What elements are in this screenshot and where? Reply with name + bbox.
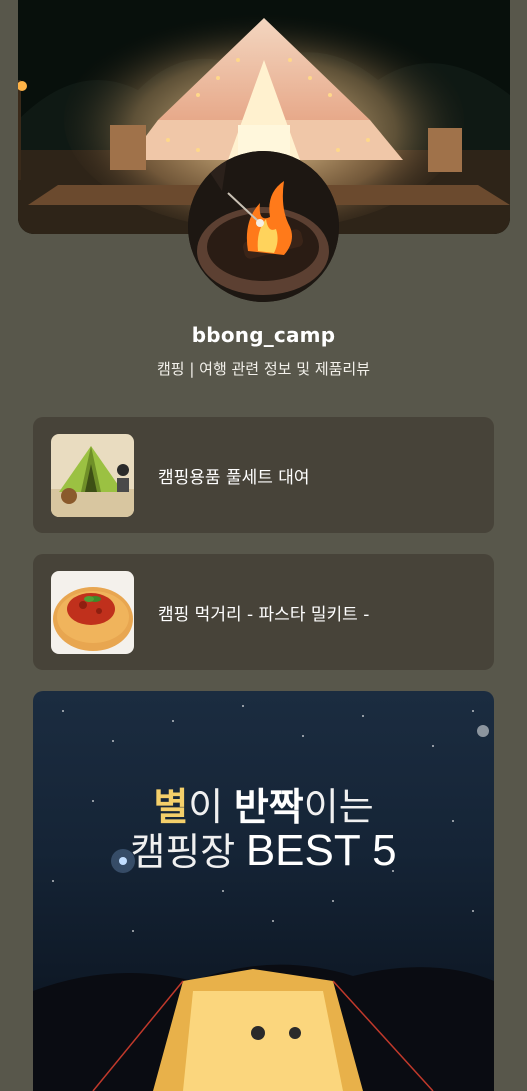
- tent-thumbnail: [51, 433, 134, 517]
- banner-word-campsite: 캠핑장: [130, 832, 246, 874]
- profile-username: bbong_camp: [191, 323, 336, 347]
- banner-starry-campsite[interactable]: 별이 반짝이는 캠핑장 BEST 5: [33, 691, 494, 1091]
- link-card-pasta-mealkit[interactable]: 캠핑 먹거리 - 파스타 밀키트 -: [33, 554, 494, 670]
- link-card-camping-rental[interactable]: 캠핑용품 풀세트 대여: [33, 417, 494, 533]
- pasta-thumbnail: [51, 570, 134, 654]
- pasta-icon: [51, 570, 134, 654]
- banner-word-best5: BEST 5: [245, 826, 397, 875]
- profile-avatar[interactable]: [188, 151, 339, 302]
- starry-sky-image: [33, 705, 494, 1091]
- link-label: 캠핑 먹거리 - 파스타 밀키트 -: [158, 604, 370, 625]
- tent-icon: [51, 433, 134, 517]
- banner-title-line2: 캠핑장 BEST 5: [33, 821, 494, 876]
- link-label: 캠핑용품 풀세트 대여: [158, 467, 310, 488]
- campfire-icon: [188, 151, 339, 302]
- profile-bio: 캠핑 | 여행 관련 정보 및 제품리뷰: [156, 360, 371, 378]
